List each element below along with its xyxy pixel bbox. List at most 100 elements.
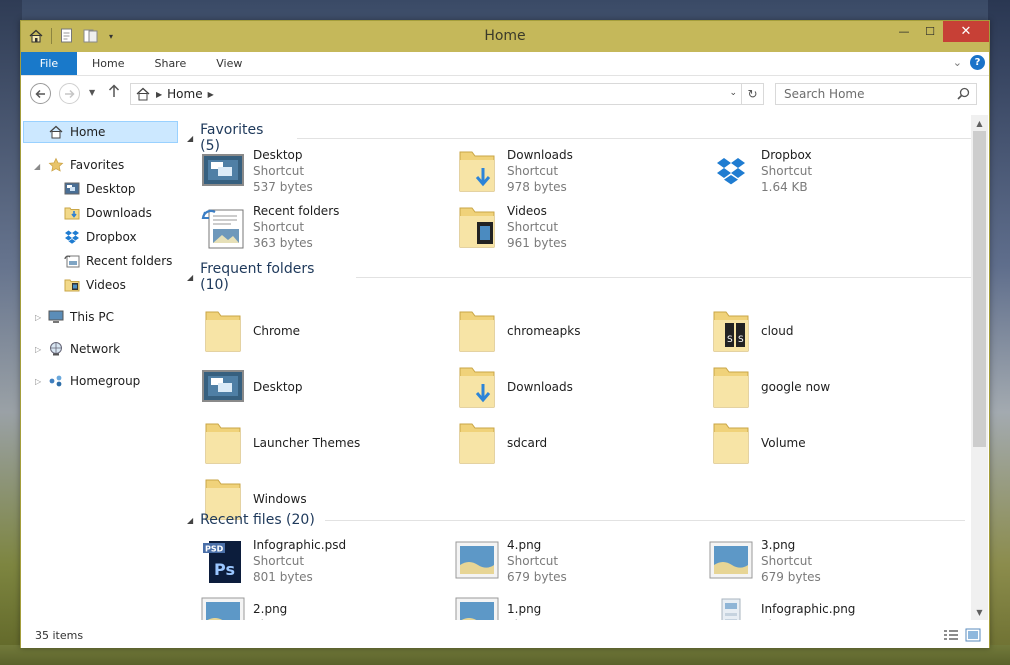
search-icon[interactable]	[957, 87, 970, 103]
image-file-icon	[453, 537, 501, 585]
file-type: Shortcut	[761, 164, 813, 178]
folder-icon	[707, 419, 755, 467]
folder-tile[interactable]: Desktop	[199, 361, 449, 413]
maximize-button[interactable]: ☐	[917, 21, 943, 42]
folder-name: cloud	[761, 324, 794, 338]
nav-item-videos[interactable]: Videos	[64, 274, 126, 296]
forward-button[interactable]	[59, 83, 80, 104]
recent-locations-icon[interactable]: ▼	[89, 88, 95, 97]
group-header-frequent-folders[interactable]: ◢ Frequent folders (10)	[187, 261, 971, 293]
breadcrumb-chevron-icon[interactable]: ▶	[156, 90, 162, 99]
scrollbar-thumb[interactable]	[973, 131, 986, 447]
title-bar[interactable]: ▾ Home — ☐ ✕	[21, 21, 989, 52]
nav-item-desktop[interactable]: Desktop	[64, 178, 136, 200]
nav-item-label: This PC	[70, 310, 114, 324]
folder-tile[interactable]: Chrome	[199, 305, 449, 357]
file-name: 2.png	[253, 602, 288, 616]
folder-tile[interactable]: sdcard	[453, 417, 703, 469]
nav-item-this-pc[interactable]: This PC	[48, 306, 114, 328]
search-box[interactable]	[775, 83, 977, 105]
folder-tile[interactable]: Volume	[707, 417, 957, 469]
file-type: Shortcut	[507, 554, 559, 568]
file-tile[interactable]: Videos Shortcut 961 bytes	[453, 201, 703, 253]
collapse-group-icon[interactable]: ◢	[187, 273, 193, 282]
nav-item-label: Desktop	[86, 182, 136, 196]
folder-name: Launcher Themes	[253, 436, 361, 450]
collapse-favorites-icon[interactable]: ◢	[34, 162, 40, 171]
tab-view[interactable]: View	[201, 52, 257, 75]
file-tile[interactable]: 1.png Shortcut	[453, 591, 703, 620]
home-location-icon	[135, 86, 151, 102]
file-tile[interactable]: Downloads Shortcut 978 bytes	[453, 145, 703, 197]
folder-tile[interactable]: SS cloud	[707, 305, 957, 357]
expand-network-icon[interactable]: ▷	[35, 345, 41, 354]
svg-text:S: S	[727, 335, 733, 345]
expand-homegroup-icon[interactable]: ▷	[35, 377, 41, 386]
vertical-scrollbar[interactable]: ▲ ▼	[971, 115, 988, 620]
nav-item-home[interactable]: Home	[23, 121, 178, 143]
file-tile[interactable]: 3.png Shortcut 679 bytes	[707, 535, 957, 587]
folder-tile[interactable]: chromeapks	[453, 305, 703, 357]
nav-item-downloads[interactable]: Downloads	[64, 202, 152, 224]
collapse-group-icon[interactable]: ◢	[187, 134, 193, 143]
folder-tile[interactable]: google now	[707, 361, 957, 413]
file-tile[interactable]: Dropbox Shortcut 1.64 KB	[707, 145, 957, 197]
nav-item-label: Home	[70, 125, 106, 139]
tab-home[interactable]: Home	[77, 52, 139, 75]
breadcrumb-home[interactable]: Home	[167, 87, 202, 101]
details-view-icon[interactable]	[943, 628, 959, 645]
file-tile[interactable]: 2.png Shortcut	[199, 591, 449, 620]
large-icons-view-icon[interactable]	[965, 628, 981, 645]
scroll-down-icon[interactable]: ▼	[971, 604, 988, 620]
homegroup-icon	[48, 373, 64, 389]
folder-name: Desktop	[253, 380, 303, 394]
search-input[interactable]	[784, 87, 944, 101]
group-label: Frequent folders (10)	[200, 261, 315, 293]
file-tile[interactable]: Recent folders Shortcut 363 bytes	[199, 201, 449, 253]
folder-name: google now	[761, 380, 831, 394]
close-button[interactable]: ✕	[943, 21, 989, 42]
image-file-icon	[199, 593, 247, 620]
tab-file[interactable]: File	[21, 52, 77, 75]
nav-item-label: Downloads	[86, 206, 152, 220]
nav-item-favorites[interactable]: Favorites	[48, 154, 124, 176]
file-name: Videos	[507, 204, 547, 218]
minimize-button[interactable]: —	[891, 21, 917, 42]
forward-arrow-icon	[65, 89, 75, 98]
file-tile[interactable]: Desktop Shortcut 537 bytes	[199, 145, 449, 197]
folder-icon	[199, 419, 247, 467]
nav-item-recent-folders[interactable]: Recent folders	[64, 250, 172, 272]
up-button[interactable]	[108, 84, 120, 101]
address-dropdown-icon[interactable]: ⌄	[729, 88, 737, 98]
expand-ribbon-icon[interactable]: ⌄	[953, 56, 962, 69]
desktop-icon	[64, 181, 80, 197]
expand-this-pc-icon[interactable]: ▷	[35, 313, 41, 322]
refresh-button[interactable]: ↻	[741, 84, 763, 104]
desktop-wallpaper-left	[0, 0, 22, 665]
folder-tile[interactable]: Downloads	[453, 361, 703, 413]
nav-item-homegroup[interactable]: Homegroup	[48, 370, 140, 392]
collapse-group-icon[interactable]: ◢	[187, 516, 193, 525]
back-button[interactable]	[30, 83, 51, 104]
scroll-up-icon[interactable]: ▲	[971, 115, 988, 131]
file-tile[interactable]: Infographic.png Shortcut	[707, 591, 957, 620]
psd-file-icon: PSD Ps	[199, 537, 247, 585]
tab-share[interactable]: Share	[139, 52, 201, 75]
network-icon	[48, 341, 64, 357]
file-size: 363 bytes	[253, 236, 313, 250]
folder-tile[interactable]: Launcher Themes	[199, 417, 449, 469]
image-file-icon	[707, 537, 755, 585]
star-icon	[48, 157, 64, 173]
nav-item-network[interactable]: Network	[48, 338, 120, 360]
file-tile[interactable]: PSD Ps Infographic.psd Shortcut 801 bytes	[199, 535, 449, 587]
nav-item-dropbox[interactable]: Dropbox	[64, 226, 137, 248]
file-tile[interactable]: 4.png Shortcut 679 bytes	[453, 535, 703, 587]
svg-text:Ps: Ps	[214, 560, 235, 579]
file-size: 1.64 KB	[761, 180, 808, 194]
address-bar[interactable]: ▶ Home ▶ ⌄ ↻	[130, 83, 764, 105]
breadcrumb-chevron-icon[interactable]: ▶	[208, 90, 214, 99]
group-header-recent-files[interactable]: ◢ Recent files (20)	[187, 512, 965, 528]
help-icon[interactable]: ?	[970, 55, 985, 70]
file-name: Infographic.png	[761, 602, 856, 616]
folder-name: Chrome	[253, 324, 301, 338]
